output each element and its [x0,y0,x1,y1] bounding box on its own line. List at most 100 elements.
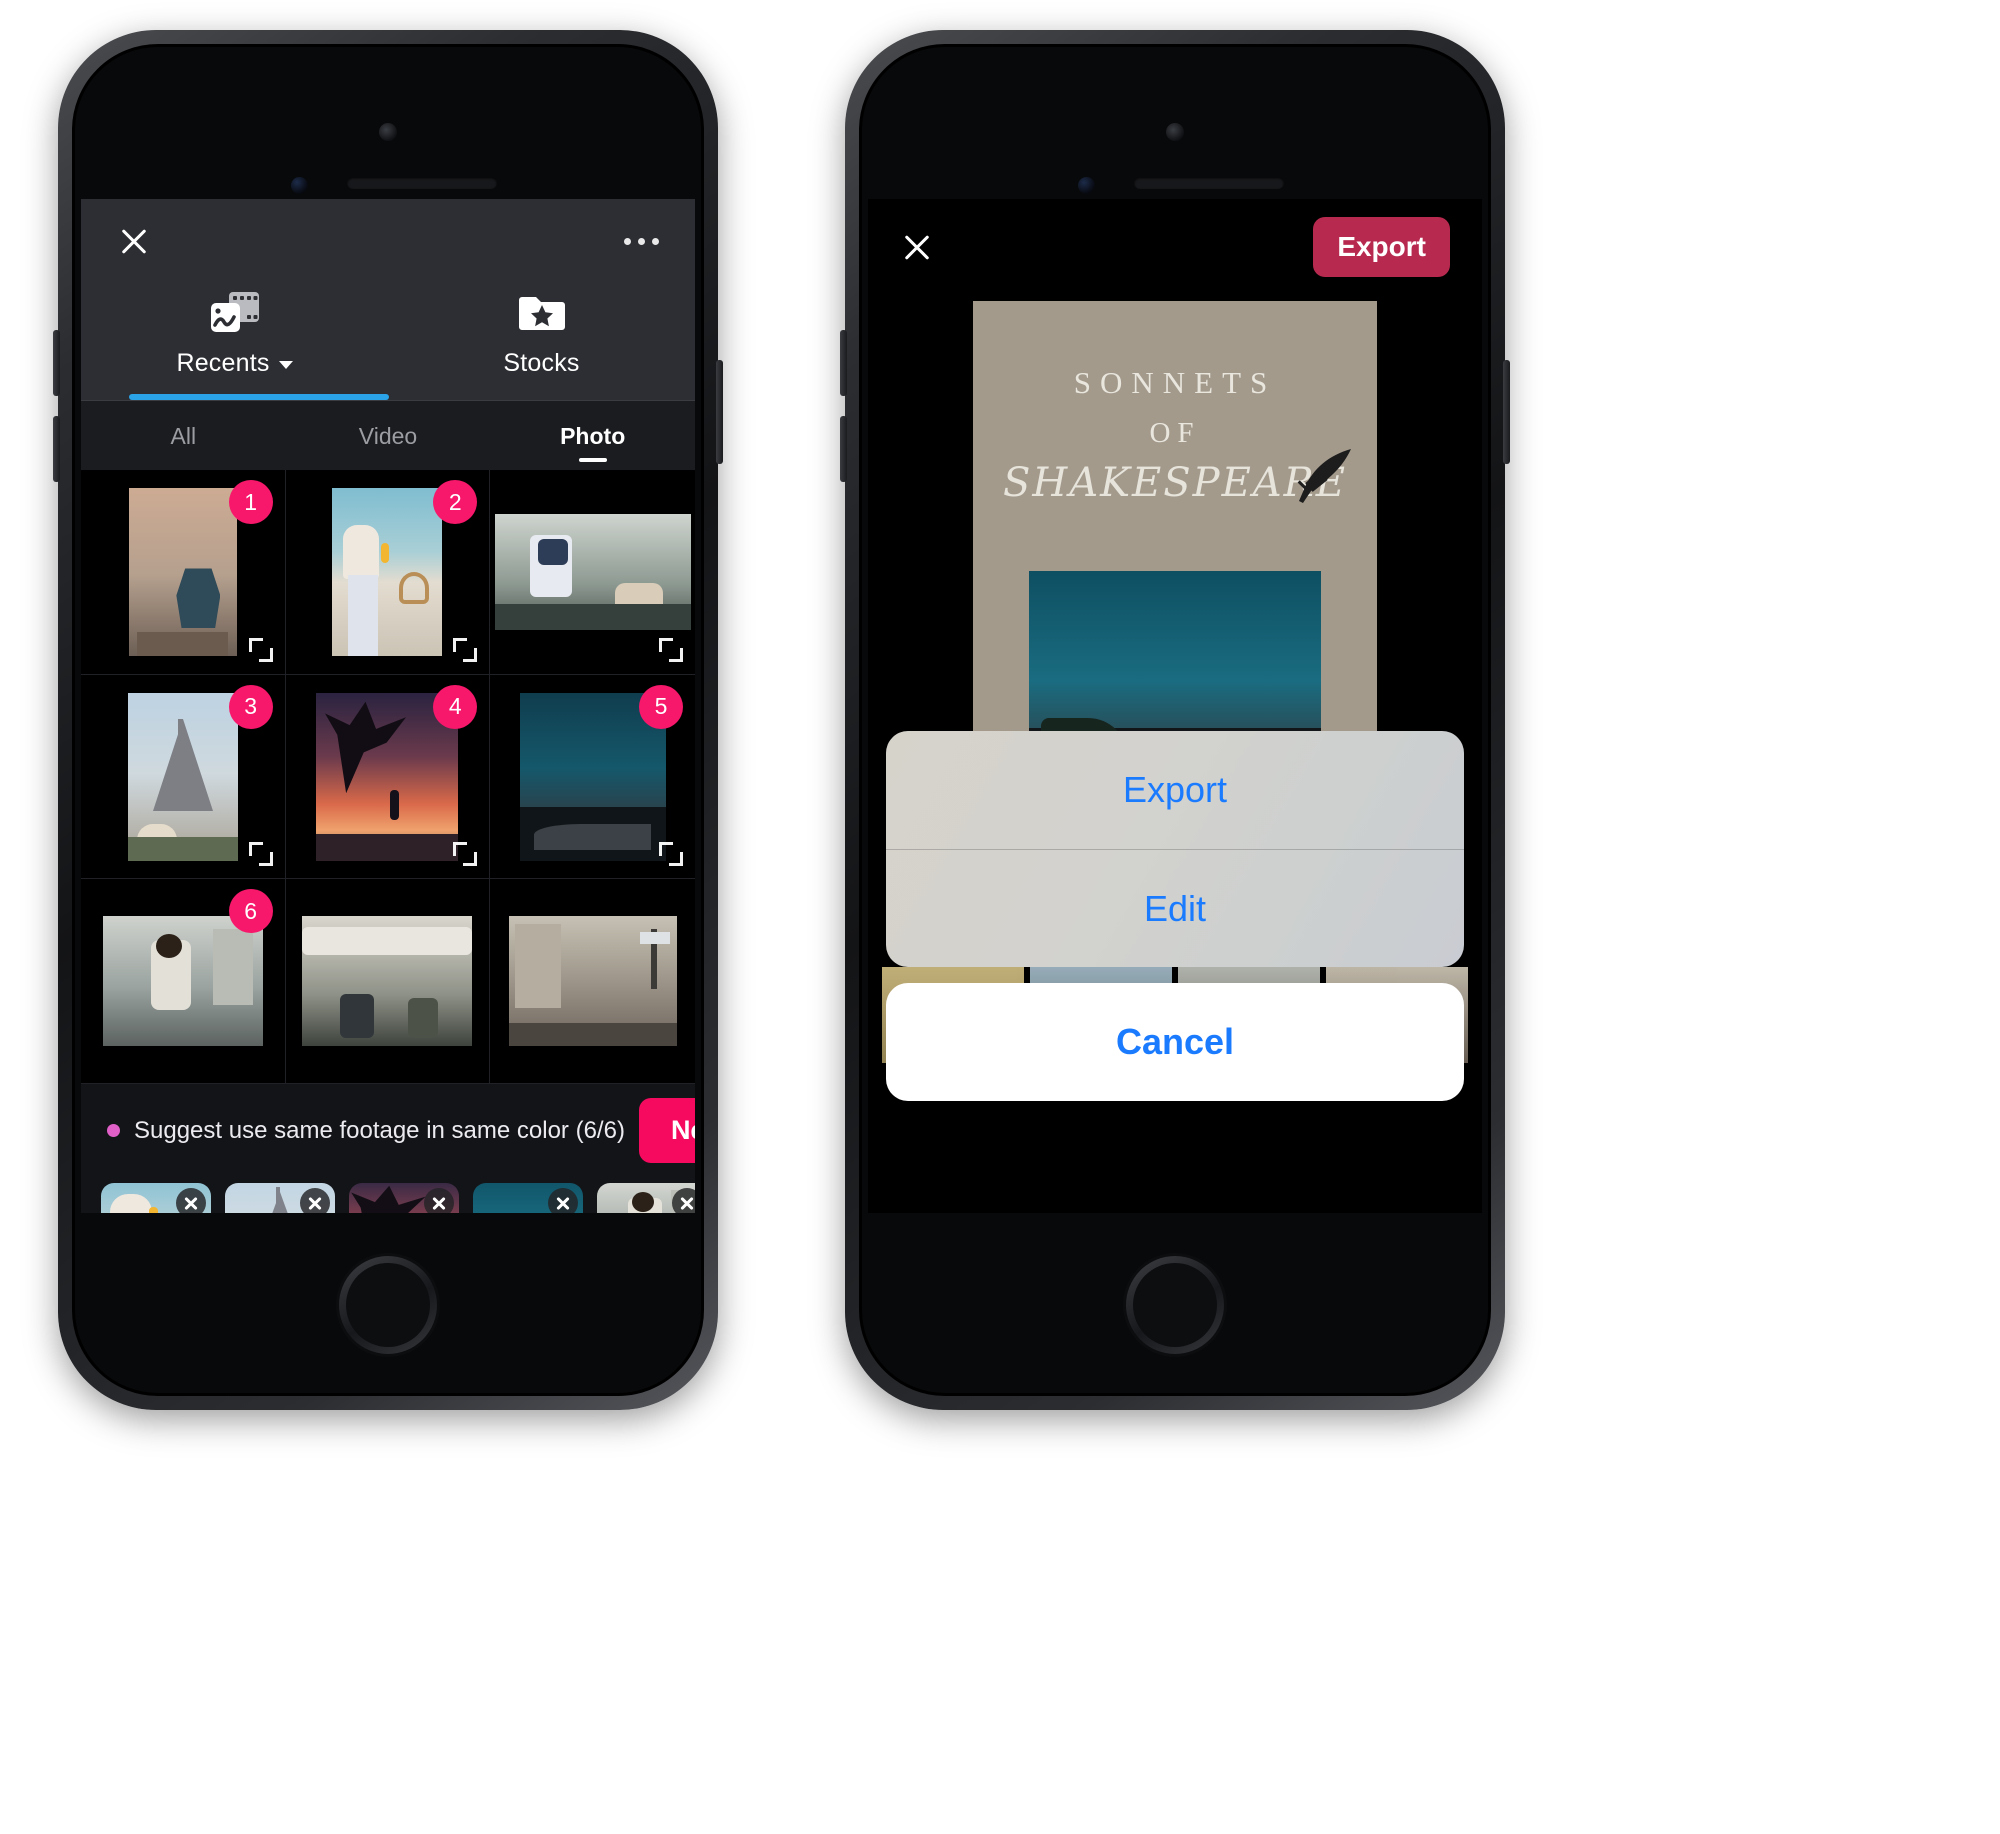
right-phone-volume-up [840,330,847,396]
photo-thumbnail [128,487,237,656]
chevron-down-icon[interactable] [278,361,293,369]
remove-clip-icon[interactable] [548,1188,578,1213]
grid-cell[interactable]: 6 [81,879,286,1084]
source-tab-stocks-label: Stocks [503,349,580,377]
picker-toolbar [81,199,695,283]
left-phone-volume-down [53,416,60,482]
strip-item[interactable]: 1.4s 4 [349,1183,459,1213]
selection-badge: 6 [228,889,273,934]
grid-cell[interactable]: 1 [81,470,286,675]
tab-all-label: All [170,423,197,449]
selection-badge: 5 [639,684,683,729]
remove-clip-icon[interactable] [424,1188,454,1213]
photo-thumbnail [494,513,691,630]
expand-icon[interactable] [453,842,478,867]
photo-grid: 1 2 3 4 5 6 [81,470,695,1085]
strip-thumbnail[interactable]: 2.0s [597,1183,695,1213]
video-preview-app: Export SONNETS OF SHAKESPEARE Export Edi… [868,199,1482,1213]
media-type-tab-bar: All Video Photo [81,400,695,470]
left-phone-device: Recents Stocks All Video Photo 1 2 3 4 5… [53,30,723,1410]
strip-item[interactable]: 2.3s 5 [473,1183,583,1213]
grid-cell[interactable]: 2 [285,470,491,675]
strip-item[interactable]: 2.3s 3 [225,1183,335,1213]
source-tab-recents-label: Recents [176,349,270,377]
grid-cell[interactable]: 3 [81,674,286,880]
close-icon[interactable] [117,224,151,258]
grid-cell[interactable] [490,879,695,1085]
remove-clip-icon[interactable] [300,1188,330,1213]
right-phone-power-button [1503,360,1510,464]
right-phone-volume-down [840,416,847,482]
remove-clip-icon[interactable] [672,1188,695,1213]
selected-media-strip: 2.3s 2 [81,1175,695,1213]
action-sheet: Export Edit Cancel [886,731,1464,1101]
media-picker-app: Recents Stocks All Video Photo 1 2 3 4 5… [81,199,695,1213]
star-folder-icon [388,289,695,335]
right-phone-earpiece [1134,177,1284,189]
action-sheet-group: Export Edit [886,731,1464,967]
source-tab-bar: Recents Stocks [81,283,695,400]
strip-thumbnail[interactable]: 1.4s [349,1183,459,1213]
photo-thumbnail [127,692,238,861]
right-phone-sensor [1078,177,1095,194]
photo-thumbnail [508,916,677,1047]
grid-cell[interactable]: 4 [285,674,491,880]
remove-clip-icon[interactable] [176,1188,206,1213]
expand-icon[interactable] [659,842,683,867]
left-phone-screen: Recents Stocks All Video Photo 1 2 3 4 5… [81,199,695,1213]
tab-photo[interactable]: Photo [490,401,695,470]
action-sheet-edit[interactable]: Edit [886,849,1464,967]
export-button[interactable]: Export [1313,217,1450,277]
strip-item[interactable]: 2.3s 2 [101,1183,211,1213]
selection-badge: 3 [228,684,273,729]
selection-badge: 1 [228,480,273,524]
selection-badge: 2 [433,480,478,524]
photo-thumbnail [302,916,473,1047]
left-phone-front-camera [379,123,397,141]
left-phone-volume-buttons [53,330,60,396]
preview-toolbar: Export [868,199,1482,295]
photo-thumbnail [102,916,263,1047]
suggestion-bar: Suggest use same footage in same color (… [81,1084,695,1176]
action-sheet-cancel[interactable]: Cancel [886,983,1464,1101]
next-button[interactable]: Next [638,1098,695,1164]
poster-line-1: SONNETS [1073,365,1277,400]
strip-thumbnail[interactable]: 2.3s [101,1183,211,1213]
tab-photo-label: Photo [560,423,626,449]
strip-thumbnail[interactable]: 2.3s [473,1183,583,1213]
right-phone-home-button[interactable] [1123,1253,1227,1357]
suggestion-dot-icon [107,1124,120,1138]
tab-video-label: Video [358,423,418,449]
grid-cell[interactable] [490,470,695,675]
source-tab-stocks[interactable]: Stocks [388,283,695,400]
photo-film-icon [81,289,388,335]
expand-icon[interactable] [248,637,273,662]
source-tab-recents[interactable]: Recents [81,283,388,400]
tab-all[interactable]: All [81,401,286,470]
selection-badge: 4 [433,684,478,729]
action-sheet-export[interactable]: Export [886,731,1464,849]
more-options-icon[interactable] [624,237,659,245]
expand-icon[interactable] [248,842,273,867]
strip-thumbnail[interactable]: 2.3s [225,1183,335,1213]
suggestion-text: Suggest use same footage in same color (… [134,1116,625,1144]
picker-header: Recents Stocks [81,199,695,400]
source-tab-active-indicator [129,394,389,400]
grid-cell[interactable]: 5 [490,675,695,880]
expand-icon[interactable] [453,637,478,662]
quill-feather-icon [1289,441,1359,511]
close-icon[interactable] [900,230,934,264]
photo-thumbnail [332,487,443,656]
tab-video[interactable]: Video [286,401,491,470]
right-phone-front-camera [1166,123,1184,141]
left-phone-home-button[interactable] [336,1253,440,1357]
left-phone-earpiece [347,177,497,189]
left-phone-sensor [291,177,308,194]
strip-item[interactable]: 2.0s 6 [597,1183,695,1213]
left-phone-power-button [716,360,723,464]
screenshot-stage: Recents Stocks All Video Photo 1 2 3 4 5… [0,0,2000,1834]
grid-cell[interactable] [285,879,491,1085]
expand-icon[interactable] [659,637,683,662]
right-phone-screen: Export SONNETS OF SHAKESPEARE Export Edi… [868,199,1482,1213]
right-phone-device: Export SONNETS OF SHAKESPEARE Export Edi… [840,30,1510,1410]
